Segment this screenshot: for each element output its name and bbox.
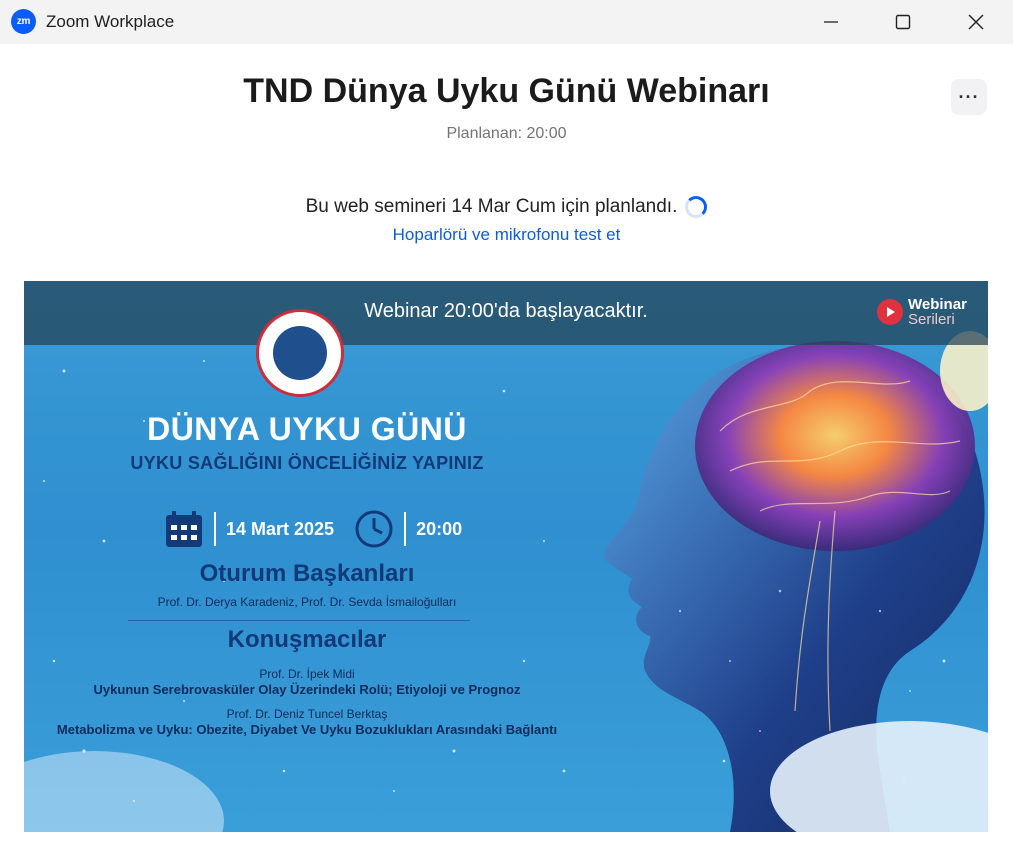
head-silhouette-icon (273, 326, 327, 380)
maximize-button[interactable] (867, 0, 939, 44)
webinar-series-badge: Webinar Serileri (877, 297, 967, 327)
more-options-button[interactable]: ··· (951, 79, 987, 115)
chairs-heading: Oturum Başkanları (199, 560, 415, 587)
banner-status-text: Webinar 20:00'da başlayacaktır. (364, 300, 648, 322)
speaker-2-name: Prof. Dr. Deniz Tuncel Berktaş (226, 707, 388, 721)
brain-head-illustration (604, 331, 988, 832)
chairs-names: Prof. Dr. Derya Karadeniz, Prof. Dr. Sev… (157, 595, 457, 609)
minimize-button[interactable] (795, 0, 867, 44)
speakers-heading: Konuşmacılar (227, 626, 387, 653)
clock-icon (355, 510, 393, 548)
scheduled-time: Planlanan: 20:00 (446, 125, 567, 142)
society-seal-logo (256, 309, 344, 397)
event-date: 14 Mart 2025 (226, 518, 335, 539)
app-title: Zoom Workplace (46, 12, 175, 31)
badge-line-1: Webinar (908, 296, 967, 313)
schedule-message-row: Bu web semineri 14 Mar Cum için planland… (0, 196, 1013, 218)
badge-line-2: Serileri (908, 311, 955, 328)
webinar-title: TND Dünya Uyku Günü Webinarı (243, 72, 770, 110)
date-time-row: 14 Mart 2025 20:00 (164, 507, 462, 551)
window-titlebar: zm Zoom Workplace (0, 0, 1013, 44)
event-time: 20:00 (416, 518, 463, 539)
section-divider (128, 620, 470, 621)
calendar-icon (166, 511, 202, 547)
banner-title: DÜNYA UYKU GÜNÜ (147, 411, 467, 447)
zoom-logo-icon: zm (11, 9, 36, 34)
schedule-message: Bu web semineri 14 Mar Cum için planland… (305, 196, 678, 217)
play-icon (877, 299, 903, 325)
speaker-2-topic: Metabolizma ve Uyku: Obezite, Diyabet Ve… (56, 722, 558, 737)
banner-subtitle: UYKU SAĞLIĞINI ÖNCELİĞİNİZ YAPINIZ (130, 453, 484, 473)
speaker-1-name: Prof. Dr. İpek Midi (259, 667, 355, 681)
speaker-1-topic: Uykunun Serebrovasküler Olay Üzerindeki … (93, 682, 521, 697)
loading-spinner-icon (685, 196, 708, 218)
close-icon (968, 14, 984, 30)
maximize-icon (895, 14, 911, 30)
webinar-banner: Webinar 20:00'da başlayacaktır. Webinar … (24, 281, 988, 832)
test-speaker-mic-link[interactable]: Hoparlörü ve mikrofonu test et (0, 225, 1013, 245)
minimize-icon (824, 21, 838, 23)
close-button[interactable] (940, 0, 1012, 44)
